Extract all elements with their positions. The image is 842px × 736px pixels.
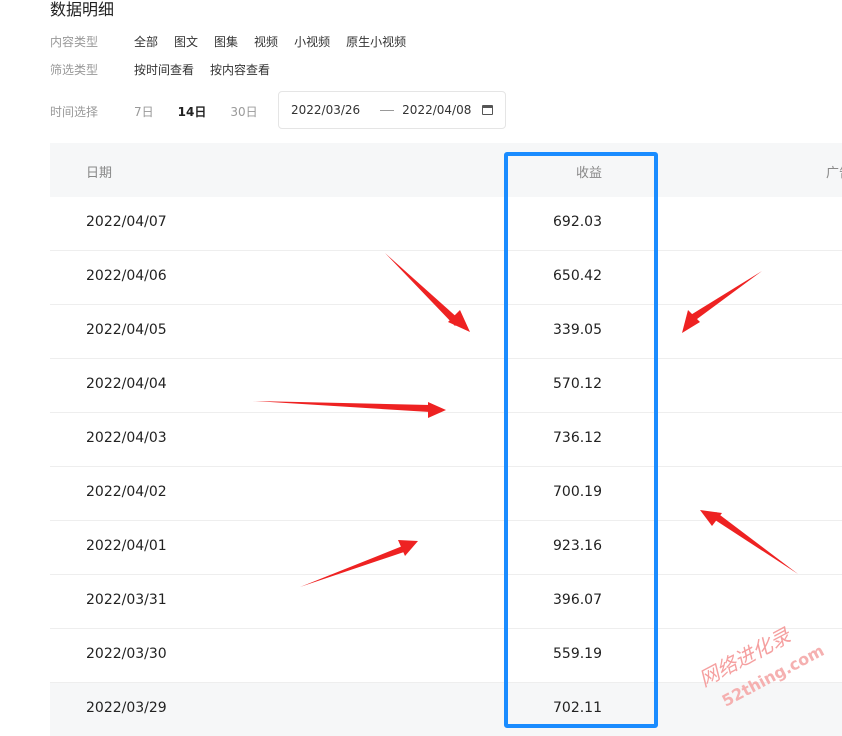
header-income: 收益 bbox=[575, 166, 602, 181]
content-type-all[interactable]: 全部 bbox=[134, 33, 158, 50]
row-date: 2022/04/01 bbox=[86, 538, 167, 554]
row-date: 2022/04/07 bbox=[86, 214, 167, 230]
date-range-start[interactable]: 2022/03/26 bbox=[291, 103, 360, 117]
table-row: 2022/04/01 923.16 bbox=[50, 521, 842, 575]
row-income: 923.16 bbox=[553, 538, 602, 554]
content-type-row: 内容类型 全部 图文 图集 视频 小视频 原生小视频 bbox=[50, 31, 422, 51]
time-option-7d[interactable]: 7日 bbox=[134, 103, 154, 120]
row-income: 692.03 bbox=[553, 214, 602, 230]
row-date: 2022/04/06 bbox=[86, 268, 167, 284]
table-row: 2022/03/30 559.19 bbox=[50, 629, 842, 683]
time-option-14d[interactable]: 14日 bbox=[178, 103, 207, 120]
row-date: 2022/04/04 bbox=[86, 376, 167, 392]
row-date: 2022/03/30 bbox=[86, 646, 167, 662]
row-income: 559.19 bbox=[553, 646, 602, 662]
row-income: 650.42 bbox=[553, 268, 602, 284]
table-row: 2022/04/04 570.12 bbox=[50, 359, 842, 413]
content-type-label: 内容类型 bbox=[50, 34, 99, 49]
filter-by-content[interactable]: 按内容查看 bbox=[210, 61, 270, 78]
content-type-video[interactable]: 视频 bbox=[254, 33, 278, 50]
row-income: 736.12 bbox=[553, 430, 602, 446]
table-row: 2022/04/03 736.12 bbox=[50, 413, 842, 467]
content-type-native-short-video[interactable]: 原生小视频 bbox=[346, 33, 406, 50]
data-table: 日期 收益 广告 2022/04/07 692.03 2022/04/06 65… bbox=[50, 143, 842, 736]
page-title: 数据明细 bbox=[50, 0, 115, 19]
row-date: 2022/03/29 bbox=[86, 700, 167, 716]
filter-type-row: 筛选类型 按时间查看 按内容查看 bbox=[50, 59, 286, 79]
table-header: 日期 收益 广告 bbox=[50, 143, 842, 197]
row-income: 702.11 bbox=[553, 700, 602, 716]
row-date: 2022/04/02 bbox=[86, 484, 167, 500]
row-date: 2022/04/03 bbox=[86, 430, 167, 446]
filter-type-label: 筛选类型 bbox=[50, 62, 99, 77]
row-income: 339.05 bbox=[553, 322, 602, 338]
header-date: 日期 bbox=[86, 166, 113, 181]
row-date: 2022/03/31 bbox=[86, 592, 167, 608]
table-row: 2022/04/07 692.03 bbox=[50, 197, 842, 251]
content-type-gallery[interactable]: 图集 bbox=[214, 33, 238, 50]
time-select-label: 时间选择 bbox=[50, 104, 99, 119]
content-type-article[interactable]: 图文 bbox=[174, 33, 198, 50]
table-row: 2022/04/06 650.42 bbox=[50, 251, 842, 305]
filter-by-time[interactable]: 按时间查看 bbox=[134, 61, 194, 78]
table-row: 2022/04/02 700.19 bbox=[50, 467, 842, 521]
calendar-icon[interactable] bbox=[482, 105, 493, 115]
time-select-row: 时间选择 7日 14日 30日 bbox=[50, 91, 282, 131]
date-range-end[interactable]: 2022/04/08 bbox=[402, 103, 471, 117]
row-income: 396.07 bbox=[553, 592, 602, 608]
header-ad: 广告 bbox=[826, 166, 842, 181]
time-option-30d[interactable]: 30日 bbox=[230, 103, 257, 120]
row-income: 570.12 bbox=[553, 376, 602, 392]
table-row: 2022/04/05 339.05 bbox=[50, 305, 842, 359]
row-income: 700.19 bbox=[553, 484, 602, 500]
date-range-picker[interactable]: 2022/03/26 2022/04/08 bbox=[278, 91, 506, 129]
table-row: 2022/03/31 396.07 bbox=[50, 575, 842, 629]
date-range-separator bbox=[380, 109, 395, 111]
table-row: 2022/03/29 702.11 bbox=[50, 683, 842, 736]
content-type-short-video[interactable]: 小视频 bbox=[294, 33, 330, 50]
row-date: 2022/04/05 bbox=[86, 322, 167, 338]
